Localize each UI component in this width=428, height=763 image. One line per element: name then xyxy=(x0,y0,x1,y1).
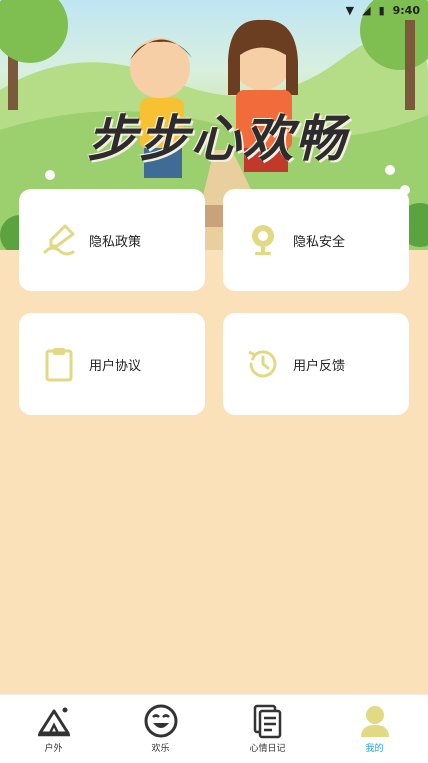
clipboard-icon xyxy=(41,346,77,382)
document-icon xyxy=(250,703,286,739)
privacy-policy-card[interactable]: 隐私政策 xyxy=(19,189,205,291)
card-label: 隐私安全 xyxy=(293,234,346,250)
tab-mood-diary[interactable]: 心情日记 xyxy=(214,695,321,763)
user-icon xyxy=(357,703,393,739)
history-icon xyxy=(245,346,281,382)
card-label: 用户反馈 xyxy=(293,358,346,374)
location-pin-icon xyxy=(245,222,281,258)
card-label: 用户协议 xyxy=(89,358,142,374)
pen-icon xyxy=(41,222,77,258)
user-agreement-card[interactable]: 用户协议 xyxy=(19,313,205,415)
status-bar: ▼ ◢ ▮ 9:40 xyxy=(308,0,428,20)
smile-icon xyxy=(143,703,179,739)
privacy-security-card[interactable]: 隐私安全 xyxy=(223,189,409,291)
tab-label: 我的 xyxy=(365,744,384,754)
tab-label: 欢乐 xyxy=(151,744,170,754)
bottom-tab-bar: 户外 欢乐 心情日记 我的 xyxy=(0,694,428,763)
hero-title: 步步心欢畅 xyxy=(87,110,347,168)
signal-icon: ◢ xyxy=(362,3,371,17)
tab-label: 心情日记 xyxy=(249,744,286,754)
tab-outdoor[interactable]: 户外 xyxy=(0,695,107,763)
tab-joy[interactable]: 欢乐 xyxy=(107,695,214,763)
tent-icon xyxy=(36,703,72,739)
tab-profile[interactable]: 我的 xyxy=(321,695,428,763)
tab-label: 户外 xyxy=(44,744,63,754)
wifi-icon: ▼ xyxy=(345,3,355,17)
card-label: 隐私政策 xyxy=(89,234,142,250)
battery-icon: ▮ xyxy=(378,3,385,17)
status-time: 9:40 xyxy=(392,3,420,17)
user-feedback-card[interactable]: 用户反馈 xyxy=(223,313,409,415)
